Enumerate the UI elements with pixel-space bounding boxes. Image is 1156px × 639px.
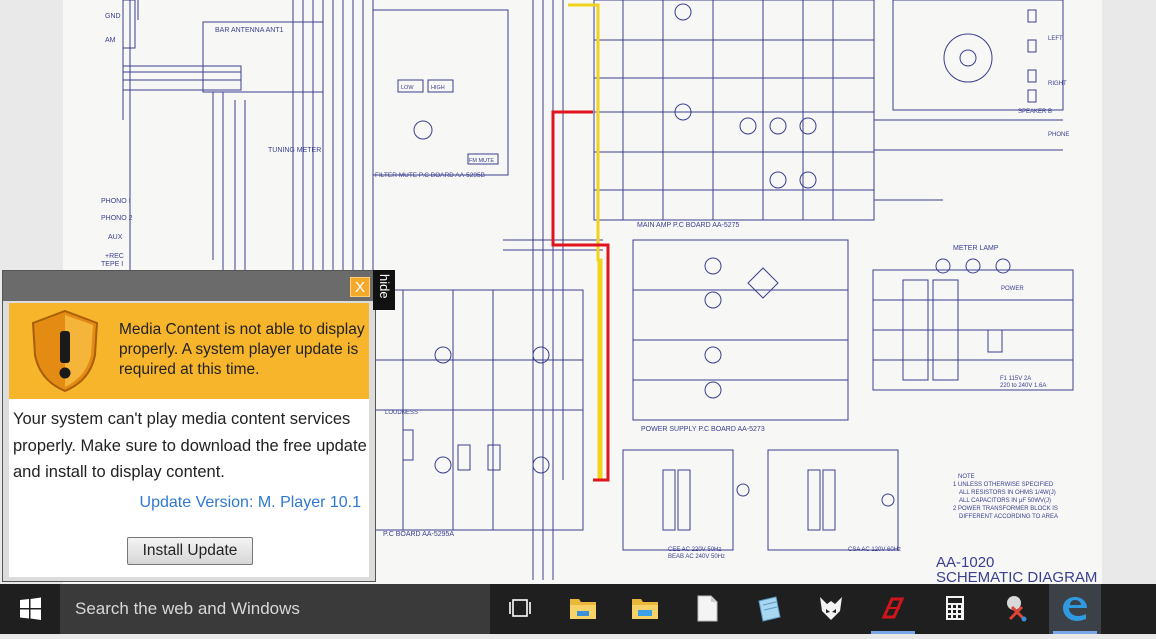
popup-titlebar: X	[3, 271, 375, 301]
file-explorer-button[interactable]	[557, 584, 609, 634]
bar-antenna-label: BAR ANTENNA ANT1	[215, 27, 284, 34]
notepad-icon	[758, 596, 781, 622]
tepe-label: TEPE I	[101, 261, 123, 268]
bear-label: BEAB AC 240V 50Hz	[668, 554, 725, 560]
note-line1: 1 UNLESS OTHERWISE SPECIFIED	[953, 482, 1054, 488]
task-view-button[interactable]	[494, 584, 546, 634]
left-label: LEFT	[1048, 36, 1063, 42]
task-view-icon	[509, 599, 531, 617]
document-button[interactable]	[681, 584, 733, 634]
loudness-label: LOUDNESS	[385, 410, 418, 416]
ac-note-label: F1 115V 2A	[1000, 376, 1031, 382]
filter-board-label: FILTER MUTE P.C BOARD AA-5295B	[375, 172, 485, 179]
aux-label: AUX	[108, 234, 123, 241]
low-label: LOW	[401, 85, 414, 91]
fm-mute-label: FM MUTE	[469, 158, 494, 164]
rec-label: +REC	[105, 253, 124, 260]
note-line1b: ALL RESISTORS IN OHMS 1/4W(J)	[959, 490, 1056, 496]
app-red-icon	[881, 597, 905, 619]
warning-panel: Media Content is not able to display pro…	[9, 303, 369, 399]
snipping-tool-icon	[1007, 596, 1027, 622]
power-label: POWER	[1001, 286, 1024, 292]
document-icon	[697, 595, 718, 622]
hide-label: hide	[377, 274, 392, 299]
note-line2b: DIFFERENT ACCORDING TO AREA	[959, 514, 1058, 520]
phono1-label: PHONO I	[101, 198, 131, 205]
message-panel: Your system can't play media content ser…	[9, 399, 369, 577]
hide-tab-button[interactable]: hide	[373, 270, 395, 310]
firefox-icon	[820, 597, 842, 620]
snipping-tool-button[interactable]	[991, 584, 1043, 634]
calculator-button[interactable]	[929, 584, 981, 634]
edge-browser-button[interactable]	[1049, 584, 1101, 634]
csa-label: CSA AC 120V 60Hz	[848, 547, 901, 553]
update-version-link[interactable]: Update Version: M. Player 10.1	[140, 494, 361, 512]
folder-button[interactable]	[619, 584, 671, 634]
taskbar: Search the web and Windows	[0, 584, 1156, 634]
ac-note2-label: 220 to 240V 1.6A	[1000, 383, 1046, 389]
pc-board-label: P.C BOARD AA-5295A	[383, 531, 454, 538]
calculator-icon	[946, 596, 964, 620]
body-message: Your system can't play media content ser…	[13, 410, 367, 481]
close-button[interactable]: X	[350, 277, 370, 297]
phone-label: PHONE	[1048, 132, 1069, 138]
note-line2: 2 POWER TRANSFORMER BLOCK IS	[953, 506, 1058, 512]
install-update-button[interactable]: Install Update	[127, 537, 253, 565]
windows-logo-icon	[20, 597, 41, 620]
warning-message: Media Content is not able to display pro…	[119, 321, 365, 378]
am-label: AM	[105, 37, 116, 44]
fake-update-popup: X Media Content is not able to display p…	[2, 270, 376, 582]
main-amp-label: MAIN AMP P.C BOARD AA-5275	[637, 222, 740, 229]
firefox-button[interactable]	[805, 584, 857, 634]
schematic-title-line2: SCHEMATIC DIAGRAM	[936, 569, 1097, 584]
high-label: HIGH	[431, 85, 445, 91]
meter-lamp-label: METER LAMP	[953, 245, 999, 252]
power-supply-label: POWER SUPPLY P.C BOARD AA-5273	[641, 426, 765, 433]
tuning-meter-label: TUNING METER	[268, 147, 321, 154]
warning-shield-icon	[31, 309, 99, 393]
search-input[interactable]: Search the web and Windows	[60, 584, 490, 634]
app-red-button[interactable]	[867, 584, 919, 634]
edge-icon	[1063, 597, 1087, 621]
search-placeholder: Search the web and Windows	[75, 599, 300, 618]
file-explorer-icon	[570, 599, 596, 619]
right-label: RIGHT	[1048, 81, 1067, 87]
cee-label: CEE AC 220V 50Hz	[668, 547, 721, 553]
notepad-button[interactable]	[743, 584, 795, 634]
note-head: NOTE	[958, 474, 975, 480]
note-line1c: ALL CAPACITORS IN µF 50WV(J)	[959, 498, 1051, 504]
speaker-b-label: SPEAKER B	[1018, 109, 1052, 115]
start-button[interactable]	[0, 584, 60, 634]
phono2-label: PHONO 2	[101, 215, 133, 222]
gnd-label: GND	[105, 13, 121, 20]
folder-icon	[632, 599, 658, 619]
